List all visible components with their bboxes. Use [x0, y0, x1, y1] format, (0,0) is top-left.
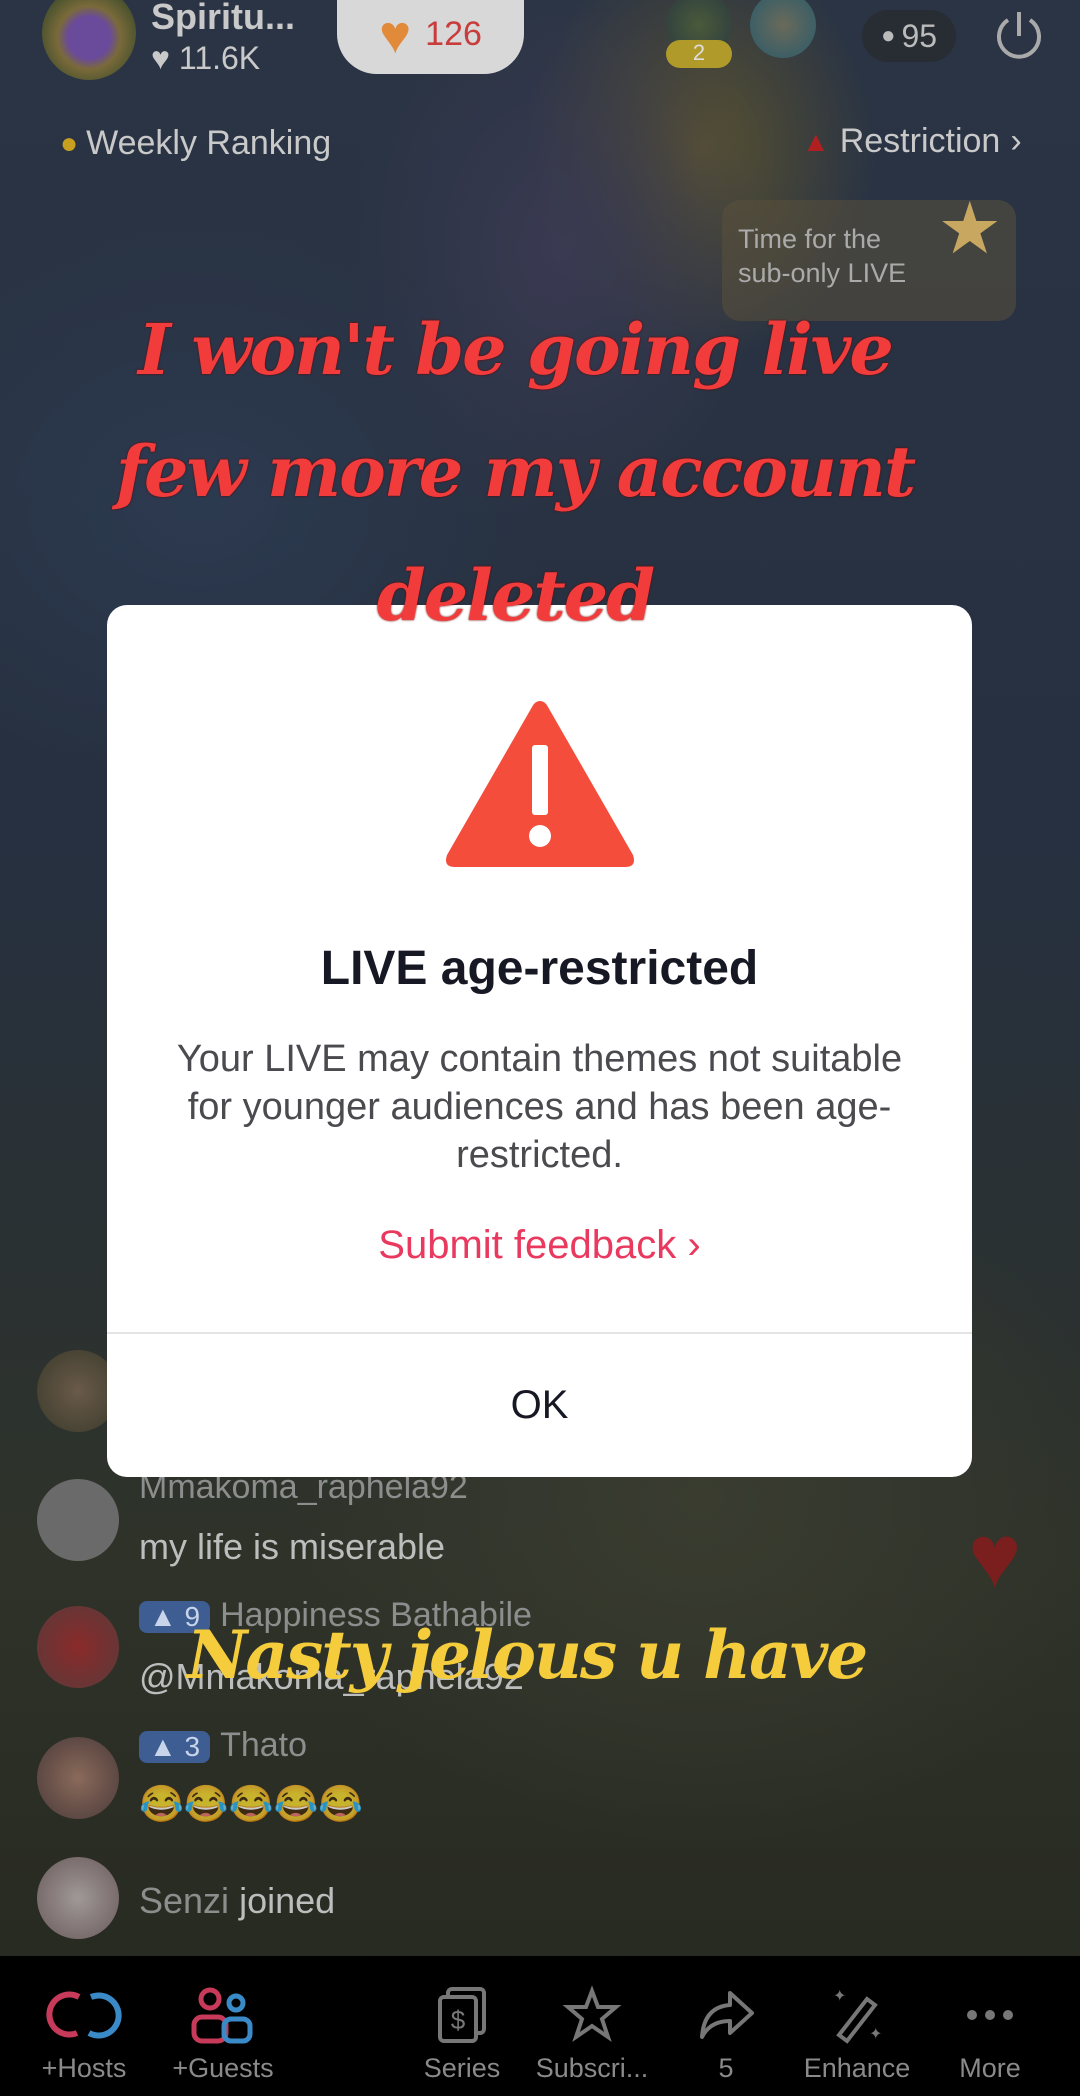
heart-icon: ♥: [379, 5, 412, 65]
more-button[interactable]: More: [930, 1985, 1050, 2084]
power-icon: [997, 12, 1041, 59]
chat-join-row: Senzi joined: [139, 1880, 335, 1922]
share-button[interactable]: 5: [666, 1985, 786, 2084]
hosts-label: +Hosts: [41, 2053, 127, 2083]
host-name[interactable]: Spiritu...: [151, 0, 295, 38]
share-count: 5: [718, 2053, 734, 2083]
more-dots-icon: [967, 2010, 1013, 2020]
weekly-ranking-button[interactable]: ● Weekly Ranking: [60, 124, 331, 163]
warning-small-icon: ▲: [802, 125, 830, 157]
svg-text:✦: ✦: [869, 2026, 882, 2043]
svg-text:✦: ✦: [833, 1988, 846, 2005]
enhance-button[interactable]: ✦ ✦ Enhance: [797, 1985, 917, 2084]
magic-wand-icon: ✦✦: [833, 1988, 882, 2044]
chat-avatar[interactable]: [37, 1606, 119, 1688]
svg-text:$: $: [451, 2005, 466, 2035]
chat-avatar[interactable]: [37, 1857, 119, 1939]
submit-feedback-link[interactable]: Submit feedback ›: [107, 1223, 972, 1268]
chat-join-text: joined: [239, 1880, 336, 1921]
chat-username-row: ▲ 3 Thato: [139, 1726, 307, 1765]
dialog-body: Your LIVE may contain themes not suitabl…: [176, 1038, 903, 1176]
series-label: Series: [423, 2053, 501, 2083]
dialog-title: LIVE age-restricted: [320, 942, 759, 995]
guests-icon: [191, 1987, 253, 2044]
overlay-caption-line: few more my account: [115, 430, 916, 513]
sub-only-live-card[interactable]: Time for the sub-only LIVE ★: [722, 189, 1016, 321]
gift-counter-pill[interactable]: ♥ 126: [337, 0, 524, 74]
share-arrow-icon: [700, 1991, 754, 2039]
chat-username[interactable]: Senzi: [139, 1880, 229, 1921]
subscribe-star-icon: [562, 1985, 622, 2043]
restriction-button[interactable]: ▲ Restriction ›: [802, 122, 1022, 161]
overlay-caption-line: I won't be going live: [138, 308, 894, 391]
ok-button[interactable]: OK: [107, 1334, 972, 1477]
age-restricted-dialog: LIVE age-restricted Your LIVE may contai…: [107, 605, 972, 1477]
hosts-button[interactable]: +Hosts: [24, 1985, 144, 2084]
chevron-right-icon: ›: [1010, 122, 1022, 160]
level-number: 3: [184, 1731, 201, 1763]
chat-avatar[interactable]: [37, 1737, 119, 1819]
chevron-right-icon: ›: [687, 1223, 701, 1267]
viewer-count-pill[interactable]: ● 95: [862, 10, 956, 62]
subscribe-button[interactable]: Subscri...: [532, 1985, 652, 2084]
chat-message: my life is miserable: [139, 1526, 446, 1567]
more-label: More: [959, 2053, 1021, 2083]
overlay-caption-line: deleted: [376, 554, 655, 637]
warning-triangle-icon: [446, 701, 634, 867]
link-hosts-icon: [46, 1991, 122, 2039]
person-icon: ●: [880, 22, 896, 49]
series-dollar-icon: $: [438, 1987, 486, 2043]
restriction-label: Restriction: [839, 122, 1001, 160]
chat-username[interactable]: Thato: [220, 1726, 307, 1764]
host-likes-count: 11.6K: [178, 40, 261, 76]
guest-badge: 2: [666, 40, 732, 68]
subscribe-label: Subscri...: [535, 2053, 649, 2083]
guests-label: +Guests: [172, 2053, 274, 2083]
gift-count: 126: [425, 15, 482, 53]
series-button[interactable]: $ Series: [402, 1985, 522, 2084]
viewer-count: 95: [901, 17, 938, 54]
floating-heart-icon: ♥: [968, 1507, 1022, 1607]
overlay-caption-yellow: Nasty jelous u have: [187, 1616, 868, 1694]
flame-icon: ●: [60, 126, 79, 160]
submit-feedback-label: Submit feedback: [378, 1223, 677, 1267]
level-badge: ▲ 3: [139, 1731, 211, 1764]
chat-message: 😂😂😂😂😂: [139, 1783, 364, 1824]
host-likes: ♥ 11.6K: [151, 40, 260, 77]
chat-avatar[interactable]: [37, 1479, 119, 1561]
weekly-ranking-label: Weekly Ranking: [86, 124, 332, 162]
heart-small-icon: ♥: [151, 40, 170, 76]
power-end-live-button[interactable]: [990, 6, 1048, 64]
guests-button[interactable]: +Guests: [163, 1985, 283, 2084]
enhance-label: Enhance: [803, 2053, 911, 2083]
trophy-star-icon: ★: [937, 189, 1002, 269]
